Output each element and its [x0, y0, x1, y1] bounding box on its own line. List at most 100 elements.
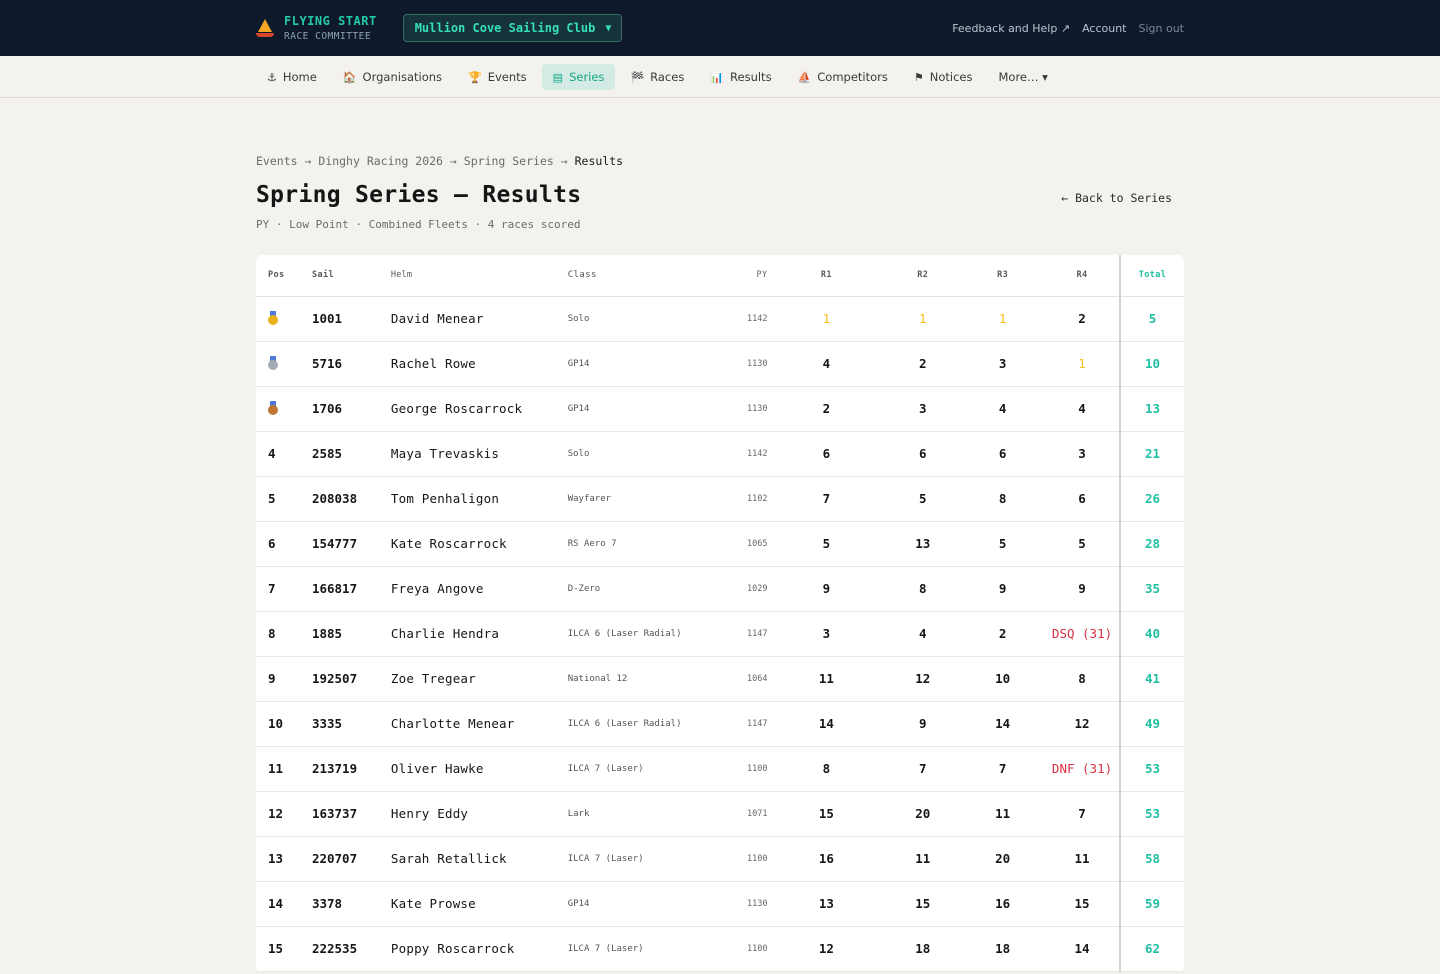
- cell-class: GP14: [567, 341, 713, 387]
- brand[interactable]: FLYING START RACE COMMITTEE: [256, 14, 377, 42]
- table-row[interactable]: 4 2585 Maya Trevaskis Solo 1142 6 6 6 3 21: [256, 431, 1184, 477]
- table-row[interactable]: 1001 David Menear Solo 1142 1 1 1 2 5: [256, 296, 1184, 342]
- nav-item-events[interactable]: 🏆 Events: [457, 64, 538, 90]
- table-row[interactable]: 15 222535 Poppy Roscarrock ILCA 7 (Laser) 11…: [256, 926, 1184, 972]
- race-score: 5: [822, 536, 831, 551]
- col-header-pos[interactable]: Pos: [256, 255, 312, 297]
- table-row[interactable]: 11 213719 Oliver Hawke ILCA 7 (Laser) 1100 8 7…: [256, 746, 1184, 792]
- table-row[interactable]: 10 3335 Charlotte Menear ILCA 6 (Laser Radi…: [256, 701, 1184, 747]
- cell-r3: 4: [960, 386, 1046, 432]
- table-row[interactable]: 8 1885 Charlie Hendra ILCA 6 (Laser Radial)…: [256, 611, 1184, 657]
- cell-class: GP14: [567, 386, 713, 432]
- nav-item-notices[interactable]: ⚑ Notices: [903, 64, 984, 90]
- nav-item-results[interactable]: 📊 Results: [699, 64, 782, 90]
- table-header-row: Pos Sail Helm Class PY R1 R2 R3 R4 Total: [256, 255, 1184, 297]
- races-icon: 🏁: [630, 70, 645, 84]
- breadcrumb-series[interactable]: Spring Series: [464, 154, 554, 168]
- cell-pos: 10: [256, 701, 312, 747]
- feedback-link[interactable]: Feedback and Help ↗: [952, 22, 1070, 35]
- cell-class: Solo: [567, 296, 713, 342]
- cell-sail: 213719: [311, 746, 391, 792]
- race-score: 4: [1078, 401, 1086, 416]
- nav-item-competitors[interactable]: ⛵ Competitors: [787, 64, 899, 90]
- cell-r4: 12: [1045, 701, 1120, 747]
- table-row[interactable]: 5 208038 Tom Penhaligon Wayfarer 1102 7 5 8 6 26: [256, 476, 1184, 522]
- breadcrumb-events[interactable]: Events: [256, 154, 298, 168]
- table-row[interactable]: 13 220707 Sarah Retallick ILCA 7 (Laser) 110…: [256, 836, 1184, 882]
- col-header-helm[interactable]: Helm: [390, 255, 568, 297]
- cell-sail: 1885: [311, 611, 391, 657]
- cell-total: 53: [1119, 746, 1184, 792]
- cell-py: 1065: [712, 521, 768, 567]
- col-header-r2[interactable]: R2: [885, 255, 961, 297]
- cell-r4: DSQ (31): [1045, 611, 1120, 657]
- cell-r3: 20: [960, 836, 1046, 882]
- nav-item-organisations[interactable]: 🏠 Organisations: [332, 64, 453, 90]
- back-to-series-link[interactable]: ← Back to Series: [1061, 191, 1172, 205]
- signout-link[interactable]: Sign out: [1138, 22, 1184, 35]
- col-header-r1[interactable]: R1: [767, 255, 886, 297]
- table-row[interactable]: 6 154777 Kate Roscarrock RS Aero 7 1065 5 13 5 5…: [256, 521, 1184, 567]
- nav-item-races[interactable]: 🏁 Races: [619, 64, 695, 90]
- race-score: 3: [822, 626, 831, 641]
- col-header-sail[interactable]: Sail: [311, 255, 391, 297]
- sailboat-logo-icon: [256, 19, 274, 37]
- table-row[interactable]: 14 3378 Kate Prowse GP14 1130 13 15 16 15 59: [256, 881, 1184, 927]
- cell-r3: 8: [960, 476, 1046, 522]
- cell-class: ILCA 7 (Laser): [567, 926, 713, 972]
- cell-sail: 154777: [311, 521, 391, 567]
- nav-item-series[interactable]: ▤ Series: [541, 64, 616, 90]
- race-score: 5: [998, 536, 1007, 551]
- cell-pos: [256, 386, 312, 432]
- col-header-total[interactable]: Total: [1119, 255, 1184, 297]
- cell-pos: 13: [256, 836, 312, 882]
- race-score: 12: [915, 671, 931, 686]
- col-header-r3[interactable]: R3: [960, 255, 1046, 297]
- account-link[interactable]: Account: [1082, 22, 1126, 35]
- nav-item-label: Competitors: [817, 70, 888, 84]
- series-icon: ▤: [552, 70, 564, 84]
- cell-class: Lark: [567, 791, 713, 837]
- cell-sail: 2585: [311, 431, 391, 477]
- table-row[interactable]: 9 192507 Zoe Tregear National 12 1064 11 12 10 8…: [256, 656, 1184, 702]
- race-score: 11: [1074, 851, 1090, 866]
- page-subtitle: PY · Low Point · Combined Fleets · 4 rac…: [256, 218, 581, 231]
- race-score: 1: [1078, 356, 1086, 371]
- cell-pos: 7: [256, 566, 312, 612]
- nav-item-home[interactable]: ⚓ Home: [256, 64, 328, 90]
- table-row[interactable]: 7 166817 Freya Angove D-Zero 1029 9 8 9 9 35: [256, 566, 1184, 612]
- race-score: 6: [998, 446, 1007, 461]
- race-score: 12: [1074, 716, 1090, 731]
- club-select-value: Mullion Cove Sailing Club: [414, 21, 596, 35]
- table-row[interactable]: 12 163737 Henry Eddy Lark 1071 15 20 11 7 53: [256, 791, 1184, 837]
- table-row[interactable]: 1706 George Roscarrock GP14 1130 2 3 4 4 13: [256, 386, 1184, 432]
- col-header-r4[interactable]: R4: [1045, 255, 1120, 297]
- cell-sail: 1001: [311, 296, 391, 342]
- race-score: 3: [918, 401, 927, 416]
- col-header-class[interactable]: Class: [567, 255, 713, 297]
- cell-helm: Henry Eddy: [390, 791, 568, 837]
- race-score: 15: [915, 896, 931, 911]
- cell-pos: [256, 341, 312, 387]
- cell-r3: 3: [960, 341, 1046, 387]
- col-header-py[interactable]: PY: [712, 255, 768, 297]
- race-score: 14: [818, 716, 834, 731]
- cell-r3: 1: [960, 296, 1046, 342]
- race-score: 7: [822, 491, 831, 506]
- silver-medal-icon: [268, 355, 278, 370]
- nav-item-more[interactable]: More… ▾: [988, 64, 1059, 90]
- cell-pos: 15: [256, 926, 312, 972]
- cell-r1: 6: [767, 431, 886, 477]
- cell-py: 1130: [712, 386, 768, 432]
- cell-r2: 7: [885, 746, 961, 792]
- table-row[interactable]: 5716 Rachel Rowe GP14 1130 4 2 3 1 10: [256, 341, 1184, 387]
- cell-py: 1100: [712, 746, 768, 792]
- club-select[interactable]: Mullion Cove Sailing Club ▼: [402, 14, 623, 42]
- breadcrumb-event[interactable]: Dinghy Racing 2026: [318, 154, 443, 168]
- race-score: 11: [818, 671, 834, 686]
- cell-sail: 3335: [311, 701, 391, 747]
- cell-r1: 14: [767, 701, 886, 747]
- cell-total: 41: [1119, 656, 1184, 702]
- race-score: 15: [1074, 896, 1090, 911]
- cell-r2: 12: [885, 656, 961, 702]
